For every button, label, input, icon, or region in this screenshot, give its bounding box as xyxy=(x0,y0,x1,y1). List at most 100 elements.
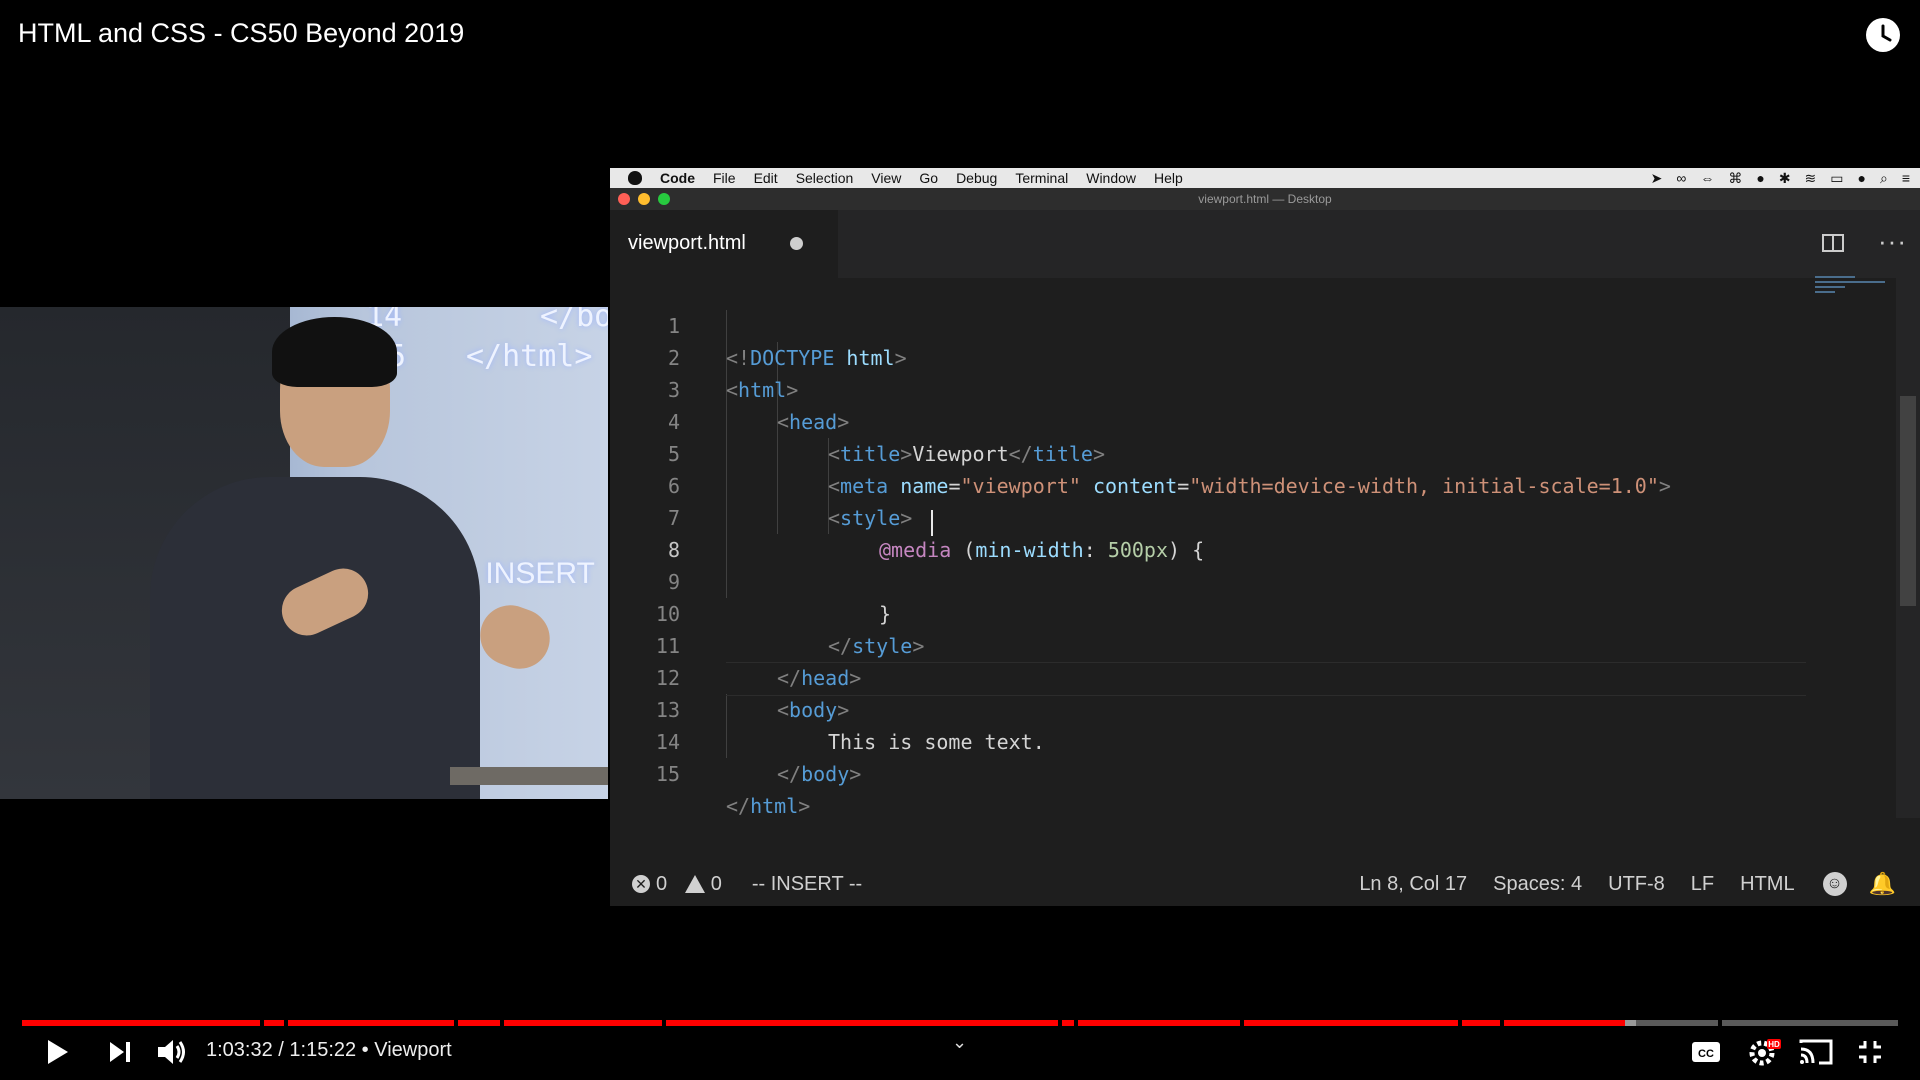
line-number: 15 xyxy=(655,762,680,786)
svg-text:CC: CC xyxy=(1698,1048,1714,1060)
warning-icon xyxy=(684,875,705,894)
code-editor-window: Code File Edit Selection View Go Debug T… xyxy=(610,168,1920,906)
menu-help[interactable]: Help xyxy=(1154,170,1183,186)
menu-go[interactable]: Go xyxy=(919,170,938,186)
split-editor-icon[interactable] xyxy=(1822,234,1844,252)
board-ledge xyxy=(450,767,608,785)
code-line: 7 @media (min-width: 500px) { xyxy=(610,470,1810,562)
vim-mode: -- INSERT -- xyxy=(751,872,863,895)
chapter-marker xyxy=(1500,1020,1504,1026)
minimap[interactable] xyxy=(1815,276,1895,306)
chapter-marker xyxy=(662,1020,666,1026)
error-count: 0 xyxy=(656,872,668,895)
settings-button[interactable]: HD xyxy=(1744,1030,1784,1074)
code-line: 6 <style> xyxy=(610,438,1810,530)
code-line: 12 <body> xyxy=(610,630,1810,722)
bluetooth-icon[interactable]: ✱ xyxy=(1779,170,1791,187)
player-controls: 1:03:32 / 1:15:22 • Viewport ⌄ CC HD xyxy=(0,1030,1920,1080)
editor-scrollbar[interactable] xyxy=(1896,278,1920,818)
scrollbar-thumb[interactable] xyxy=(1900,396,1916,606)
menu-code[interactable]: Code xyxy=(660,170,695,186)
volume-button[interactable] xyxy=(150,1030,194,1074)
chapter-marker xyxy=(260,1020,264,1026)
code-line: 3 <head> xyxy=(610,342,1810,434)
wifi-icon[interactable]: ≋ xyxy=(1805,170,1817,187)
cast-button[interactable] xyxy=(1796,1030,1836,1074)
line-ending[interactable]: LF xyxy=(1691,873,1714,896)
chapter-marker xyxy=(1240,1020,1244,1026)
window-title: viewport.html — Desktop xyxy=(1198,192,1332,206)
menu-terminal[interactable]: Terminal xyxy=(1015,170,1068,186)
warning-count: 0 xyxy=(710,872,722,895)
file-encoding[interactable]: UTF-8 xyxy=(1608,873,1665,896)
video-progress-bar[interactable] xyxy=(22,1020,1898,1026)
menu-window[interactable]: Window xyxy=(1086,170,1136,186)
presenter-hair xyxy=(272,317,397,387)
tab-label: viewport.html xyxy=(628,232,746,254)
play-circle-icon[interactable]: ● xyxy=(1756,170,1764,186)
menu-edit[interactable]: Edit xyxy=(754,170,778,186)
chapter-marker xyxy=(1718,1020,1722,1026)
watch-later-button[interactable] xyxy=(1866,18,1900,52)
chapter-marker xyxy=(454,1020,458,1026)
indentation[interactable]: Spaces: 4 xyxy=(1493,873,1582,896)
notification-bell-icon[interactable]: 🔔 xyxy=(1869,871,1896,897)
svg-text:HD: HD xyxy=(1768,1040,1780,1049)
code-line: 14 </body> xyxy=(610,694,1810,786)
next-button[interactable] xyxy=(98,1030,142,1074)
code-line: 2 <html> xyxy=(610,310,1810,402)
text-cursor xyxy=(931,510,933,536)
user-icon[interactable]: ● xyxy=(1858,170,1866,186)
menu-selection[interactable]: Selection xyxy=(796,170,854,186)
command-icon[interactable]: ⌘ xyxy=(1728,170,1742,187)
feedback-smile-icon[interactable]: ☺ xyxy=(1822,872,1847,896)
cursor-position[interactable]: Ln 8, Col 17 xyxy=(1359,873,1467,896)
mac-menubar: Code File Edit Selection View Go Debug T… xyxy=(610,168,1920,188)
problems-indicator[interactable]: ✕ 0 0 xyxy=(632,873,722,896)
camera-feed: 14 </bo 5 </html> 0 -- INSERT xyxy=(0,307,608,799)
more-icon[interactable]: ··· xyxy=(1878,226,1907,257)
code-line: 15 </html> xyxy=(610,726,1810,818)
location-icon[interactable]: ➤ xyxy=(1651,170,1663,187)
glasses-icon[interactable]: ∞ xyxy=(1676,170,1686,186)
spotlight-search-icon[interactable]: ⌕ xyxy=(1880,170,1888,187)
menu-debug[interactable]: Debug xyxy=(956,170,997,186)
settings-icon: HD xyxy=(1749,1039,1781,1066)
code-line: 8 xyxy=(610,502,1810,562)
error-icon: ✕ xyxy=(632,875,650,894)
code-line: 10 </style> xyxy=(610,566,1810,658)
code-line: 13 This is some text. xyxy=(610,662,1810,754)
status-bar: ✕ 0 0 -- INSERT -- Ln 8, Col 17 Spaces: 4… xyxy=(610,862,1920,906)
watch-later-icon xyxy=(1881,24,1892,42)
play-icon xyxy=(48,1040,68,1064)
chapter-marker xyxy=(500,1020,504,1026)
chevron-down-icon[interactable]: ⌄ xyxy=(952,1032,967,1053)
next-icon xyxy=(110,1042,130,1062)
menubar-status-icons: ➤ ∞ ⇔ ⌘ ● ✱ ≋ ▭ ● ⌕ ≡ xyxy=(1651,168,1910,188)
time-display: 1:03:32 / 1:15:22 • Viewport xyxy=(206,1039,452,1061)
code-line: 5 <meta name="viewport" content="width=d… xyxy=(610,406,1810,498)
presenter-body xyxy=(150,477,480,799)
tab-viewport-html[interactable]: viewport.html xyxy=(610,210,838,278)
chapter-marker xyxy=(1458,1020,1462,1026)
battery-icon[interactable]: ▭ xyxy=(1830,170,1843,187)
play-button[interactable] xyxy=(36,1030,80,1074)
code-line: 4 <title>Viewport</title> xyxy=(610,374,1810,466)
projected-text: </bo xyxy=(540,307,608,334)
menu-file[interactable]: File xyxy=(713,170,736,186)
captions-button[interactable]: CC xyxy=(1688,1030,1724,1074)
arrows-icon[interactable]: ⇔ xyxy=(1700,170,1714,186)
code-line: 11 </head> xyxy=(610,598,1810,690)
unsaved-dot-icon[interactable] xyxy=(790,237,803,250)
video-title[interactable]: HTML and CSS - CS50 Beyond 2019 xyxy=(18,18,464,49)
notification-center-icon[interactable]: ≡ xyxy=(1902,170,1910,186)
exit-fullscreen-icon xyxy=(1859,1041,1881,1063)
captions-icon: CC xyxy=(1692,1042,1720,1062)
language-mode[interactable]: HTML xyxy=(1740,873,1794,896)
chapter-marker xyxy=(1058,1020,1062,1026)
exit-fullscreen-button[interactable] xyxy=(1850,1030,1890,1074)
code-area[interactable]: 1 <!DOCTYPE html> 2 <html> 3 <head> 4 <t… xyxy=(610,278,1920,818)
apple-icon[interactable] xyxy=(628,171,642,185)
cast-icon xyxy=(1799,1039,1833,1065)
menu-view[interactable]: View xyxy=(871,170,901,186)
